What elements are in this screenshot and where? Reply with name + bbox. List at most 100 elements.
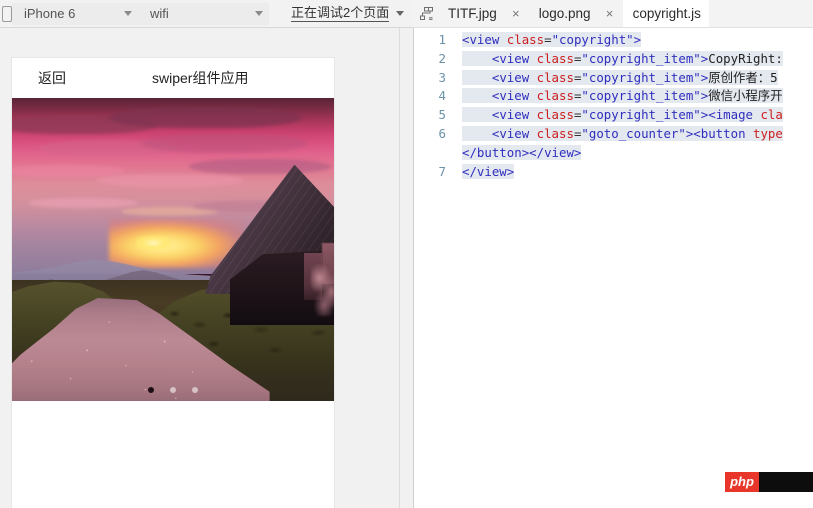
code-token-text: 微信小程序开 bbox=[708, 88, 783, 104]
code-token-tag: view bbox=[499, 125, 537, 141]
line-number: 2 bbox=[438, 50, 446, 66]
tab-label: logo.png bbox=[538, 6, 591, 21]
code-token-attr: type bbox=[752, 125, 783, 141]
swiper-dot[interactable] bbox=[148, 387, 154, 393]
line-number: 3 bbox=[438, 69, 446, 85]
swiper-indicator-dots bbox=[12, 387, 334, 393]
line-number: 5 bbox=[438, 107, 446, 123]
cloud-band bbox=[140, 134, 309, 153]
back-button[interactable]: 返回 bbox=[38, 68, 66, 88]
phone-navbar: 返回 swiper组件应用 bbox=[12, 58, 334, 98]
barn-building bbox=[205, 164, 334, 326]
tree-structure-icon[interactable] bbox=[414, 0, 438, 27]
simulator-toolbar: iPhone 6 wifi 正在调试2个页面 bbox=[0, 0, 414, 28]
code-token-string: "copyright_item" bbox=[581, 50, 701, 66]
code-token-attr: class bbox=[536, 69, 574, 85]
cloud-band bbox=[28, 197, 138, 209]
code-token-punct: >< bbox=[700, 107, 716, 123]
simulator-scrollbar[interactable] bbox=[399, 28, 413, 508]
code-line-text: <view class="copyright_item"><image cla bbox=[462, 107, 783, 123]
php-watermark: php bbox=[725, 472, 813, 492]
code-token-tag: view bbox=[544, 144, 574, 160]
code-line-text: </view> bbox=[462, 163, 515, 179]
line-number bbox=[414, 144, 446, 163]
editor-panel: TITF.jpg × logo.png × copyright.js 1 2 3 4 5… bbox=[414, 0, 813, 508]
code-token-tag: view bbox=[499, 69, 537, 85]
code-token-tag: view bbox=[499, 50, 537, 66]
swiper-dot[interactable] bbox=[170, 387, 176, 393]
code-token-string: "copyright_item" bbox=[581, 107, 701, 123]
close-icon[interactable]: × bbox=[605, 7, 615, 20]
code-editor[interactable]: 1 2 3 4 5 6 7 <view class="copyright"> <view … bbox=[414, 28, 813, 508]
code-token-punct: ></ bbox=[521, 144, 545, 160]
code-token-tag: image bbox=[715, 107, 761, 123]
php-logo-text: php bbox=[725, 472, 759, 492]
network-select[interactable]: wifi bbox=[138, 2, 269, 25]
swiper-dot[interactable] bbox=[192, 387, 198, 393]
code-token-punct: > bbox=[633, 32, 642, 47]
editor-tabbar: TITF.jpg × logo.png × copyright.js bbox=[414, 0, 813, 28]
debug-status-dropdown[interactable]: 正在调试2个页面 bbox=[291, 5, 405, 22]
tab-titf-jpg[interactable]: TITF.jpg × bbox=[438, 0, 529, 27]
php-logo-bar bbox=[759, 472, 813, 492]
network-select-value: wifi bbox=[150, 6, 169, 21]
code-line[interactable]: <view class="copyright_item">微信小程序开 bbox=[462, 87, 813, 106]
code-line-text: <view class="copyright"> bbox=[462, 32, 642, 47]
barn-bush bbox=[310, 262, 334, 316]
chevron-down-icon bbox=[396, 11, 405, 16]
chevron-down-icon bbox=[255, 11, 263, 16]
code-line[interactable]: <view class="copyright_item"><image cla bbox=[462, 106, 813, 125]
code-token-text: CopyRight: bbox=[708, 50, 783, 66]
code-token-tag: button bbox=[700, 125, 753, 141]
cloud-band bbox=[108, 107, 302, 129]
close-icon[interactable]: × bbox=[511, 7, 521, 20]
device-select[interactable]: iPhone 6 bbox=[12, 2, 138, 25]
tab-copyright-js[interactable]: copyright.js bbox=[622, 0, 709, 27]
code-line-text: <view class="copyright_item">CopyRight: bbox=[462, 50, 783, 66]
swiper-component[interactable] bbox=[12, 98, 334, 401]
code-token-attr: class bbox=[506, 32, 545, 47]
sun-core bbox=[135, 235, 172, 250]
code-token-tag: view bbox=[499, 107, 537, 123]
code-token-string: "copyright" bbox=[551, 32, 634, 47]
code-token-attr: class bbox=[536, 88, 574, 104]
phone-preview: 返回 swiper组件应用 bbox=[12, 58, 334, 508]
line-number: 7 bbox=[438, 163, 446, 179]
code-token-tag: view bbox=[469, 32, 507, 47]
code-content[interactable]: <view class="copyright"> <view class="co… bbox=[454, 28, 813, 508]
page-title: swiper组件应用 bbox=[152, 70, 249, 86]
code-line[interactable]: <view class="copyright_item">CopyRight: bbox=[462, 50, 813, 69]
device-select-value: iPhone 6 bbox=[24, 6, 76, 21]
code-token-attr: cla bbox=[760, 107, 783, 123]
code-line-text: <view class="copyright_item">原创作者：5 bbox=[462, 69, 778, 85]
code-line[interactable]: </view> bbox=[462, 163, 813, 182]
cloud-band bbox=[12, 164, 125, 177]
code-token-string: "copyright_item" bbox=[581, 88, 701, 104]
code-line[interactable]: </button></view> bbox=[462, 144, 813, 163]
simulator-panel: iPhone 6 wifi 正在调试2个页面 返回 swiper组件应用 bbox=[0, 0, 414, 508]
code-line[interactable]: <view class="copyright_item">原创作者：5 bbox=[462, 69, 813, 88]
code-line-text: <view class="copyright_item">微信小程序开 bbox=[462, 88, 783, 104]
code-token-punct: </ bbox=[462, 144, 477, 160]
device-frame-icon bbox=[0, 0, 12, 28]
code-token-attr: class bbox=[536, 50, 574, 66]
tab-logo-png[interactable]: logo.png × bbox=[528, 0, 623, 27]
swiper-slide-image bbox=[12, 98, 334, 401]
line-number: 1 bbox=[438, 32, 446, 47]
code-token-punct: > bbox=[506, 163, 515, 179]
weapp-devtools-window: iPhone 6 wifi 正在调试2个页面 返回 swiper组件应用 TIT… bbox=[0, 0, 813, 508]
code-line[interactable]: <view class="copyright"> bbox=[462, 31, 813, 50]
code-token-punct: >< bbox=[685, 125, 701, 141]
code-line-text: </button></view> bbox=[462, 144, 582, 160]
line-number: 6 bbox=[438, 125, 446, 141]
line-number: 4 bbox=[438, 88, 446, 104]
code-token-attr: class bbox=[536, 107, 574, 123]
code-token-punct: > bbox=[573, 144, 582, 160]
code-token-string: "copyright_item" bbox=[581, 69, 701, 85]
line-number-gutter: 1 2 3 4 5 6 7 bbox=[414, 28, 454, 508]
code-line[interactable]: <view class="goto_counter"><button type bbox=[462, 125, 813, 144]
